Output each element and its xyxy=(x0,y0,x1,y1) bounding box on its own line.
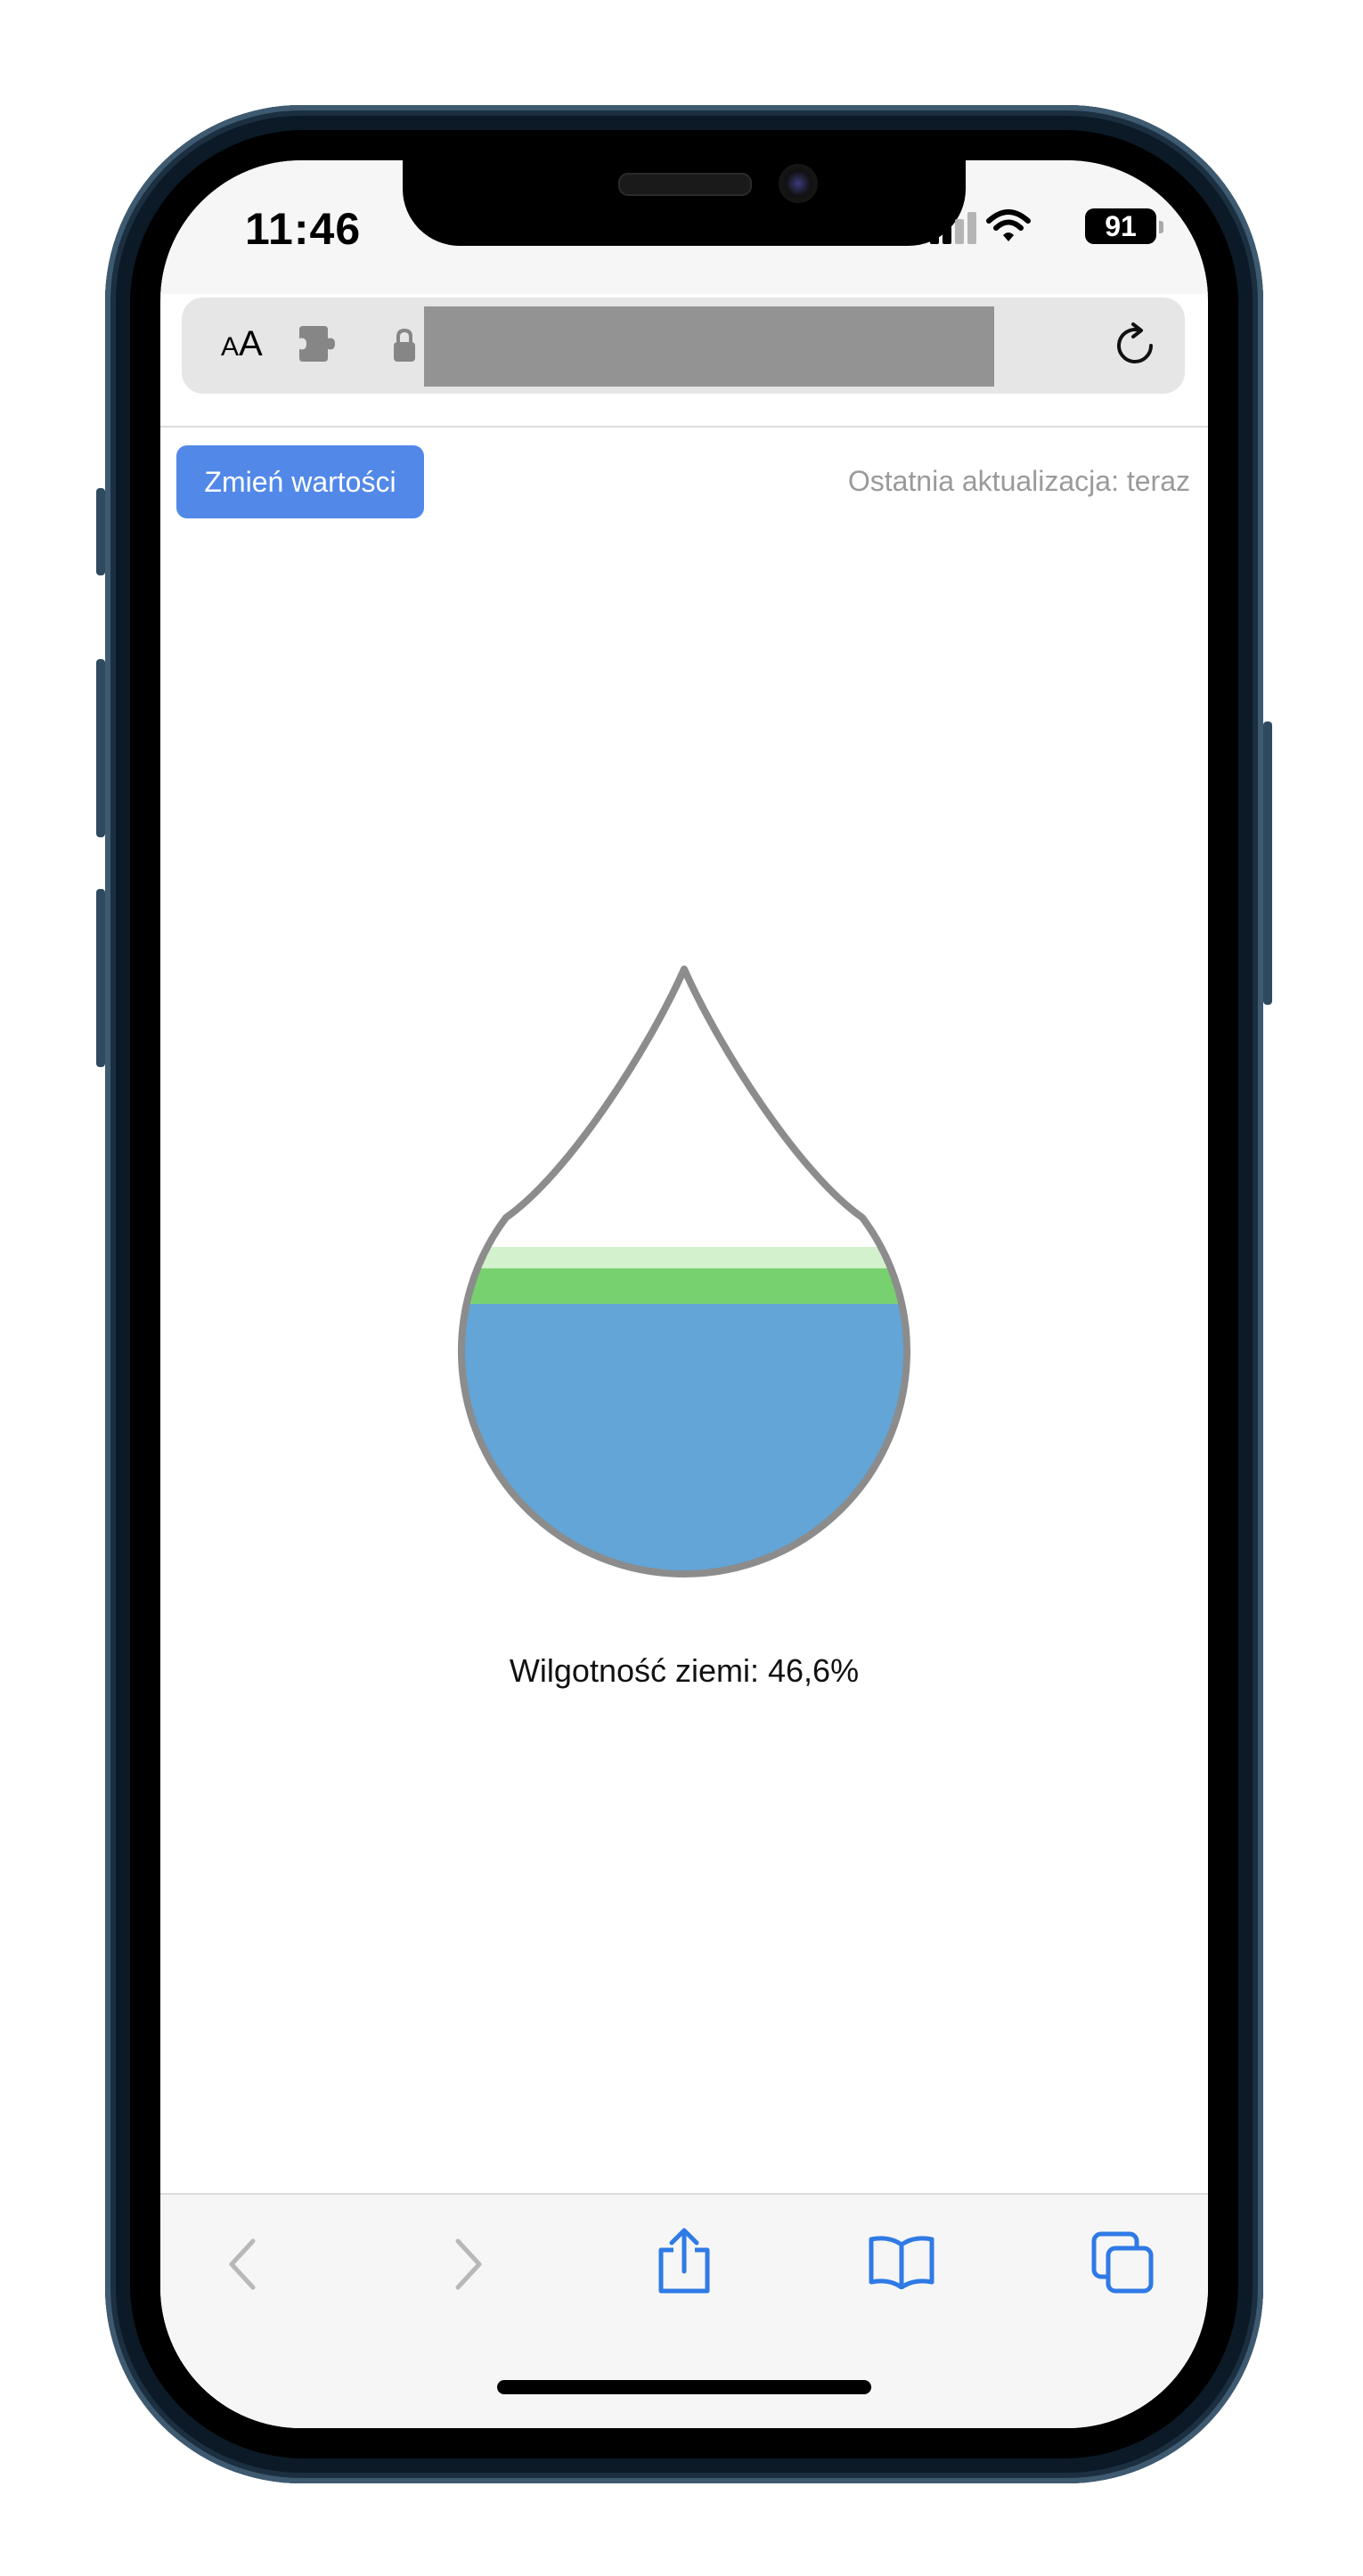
humidity-caption: Wilgotność ziemi: 46,6% xyxy=(509,1652,860,1689)
share-icon[interactable] xyxy=(654,2227,714,2295)
tabs-icon[interactable] xyxy=(1090,2230,1155,2295)
bookmarks-icon[interactable] xyxy=(868,2234,935,2289)
silent-switch xyxy=(96,488,105,575)
back-icon[interactable] xyxy=(217,2236,271,2293)
forward-icon[interactable] xyxy=(440,2236,494,2293)
water-drop-gauge xyxy=(458,966,910,1577)
water-fill xyxy=(461,1303,908,1574)
power-button xyxy=(1263,721,1272,1005)
volume-up-button xyxy=(96,659,105,837)
volume-down-button xyxy=(96,889,105,1067)
screen: 11:46 91 AA Zmień wartości Ostatnia aktu… xyxy=(160,160,1208,2428)
home-indicator xyxy=(497,2380,871,2394)
green-band xyxy=(461,1268,908,1304)
light-green-band xyxy=(461,1246,908,1268)
